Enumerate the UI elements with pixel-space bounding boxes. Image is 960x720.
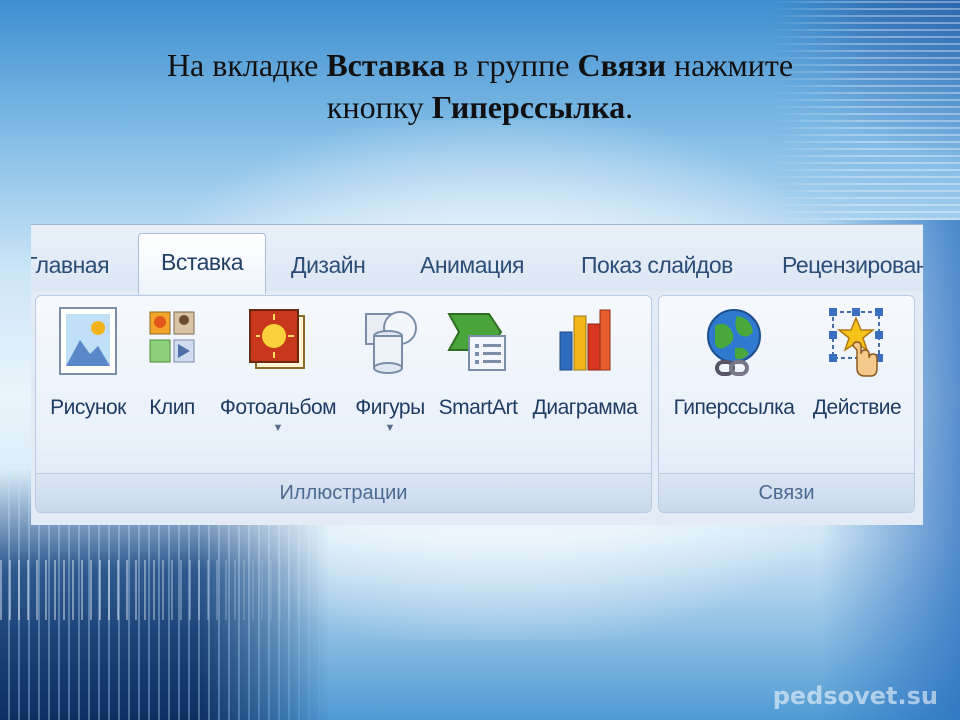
chart-button[interactable]: Диаграмма (526, 306, 644, 420)
action-button[interactable]: Действие (805, 306, 909, 420)
clipart-button[interactable]: Клип (136, 306, 208, 420)
photo-album-icon (249, 309, 305, 369)
tab-slideshow[interactable]: Показ слайдов (581, 245, 733, 287)
button-label: Клип (149, 396, 195, 419)
button-label: Диаграмма (532, 396, 638, 419)
dropdown-arrow-icon: ▼ (384, 422, 396, 434)
tab-design[interactable]: Дизайн (291, 245, 366, 287)
picture-button[interactable]: Рисунок (42, 306, 134, 420)
button-label: SmartArt (438, 396, 518, 419)
hyperlink-button[interactable]: Гиперссылка (667, 306, 801, 420)
photo-album-button[interactable]: Фотоальбом ▼ (210, 306, 346, 434)
ribbon-tab-bar: Главная Вставка Дизайн Анимация Показ сл… (31, 225, 923, 294)
heading-text: На вкладке (166, 47, 327, 83)
button-label: Действие (812, 396, 902, 419)
smartart-icon (447, 313, 506, 371)
picture-icon (59, 307, 117, 375)
clipart-icon (149, 311, 195, 363)
dropdown-arrow-icon: ▼ (272, 422, 284, 434)
button-label: Фигуры (355, 396, 425, 419)
tab-animation[interactable]: Анимация (420, 245, 524, 287)
tab-home[interactable]: Главная (31, 245, 110, 287)
hyperlink-globe-icon (707, 309, 761, 376)
heading-group-name: Связи (577, 47, 667, 83)
heading-button-name: Гиперссылка (431, 89, 626, 125)
watermark: pedsovet.su (772, 682, 938, 710)
heading-text: . (625, 89, 634, 125)
heading-tab-name: Вставка (326, 47, 446, 83)
shapes-icon (365, 311, 417, 374)
group-links: Гиперссылка Действие Связи (658, 295, 915, 513)
heading-text: кнопку (326, 89, 432, 125)
group-label-illustrations: Иллюстрации (36, 473, 651, 512)
shapes-button[interactable]: Фигуры ▼ (348, 306, 432, 434)
button-label: Фотоальбом (219, 396, 337, 419)
heading-text: в группе (445, 47, 578, 83)
button-label: Гиперссылка (673, 396, 795, 419)
ribbon-screenshot: Главная Вставка Дизайн Анимация Показ сл… (31, 224, 923, 525)
action-star-icon (829, 308, 883, 377)
chart-icon (559, 309, 611, 371)
background-city-lights (0, 560, 320, 620)
smartart-button[interactable]: SmartArt (432, 306, 524, 420)
group-illustrations: Рисунок Клип Фотоальбом ▼ Фигуры ▼ Smart… (35, 295, 652, 513)
group-label-links: Связи (659, 473, 914, 512)
tab-review[interactable]: Рецензирован (782, 245, 923, 287)
heading-text: нажмите (666, 47, 794, 83)
button-label: Рисунок (50, 396, 126, 419)
slide-heading: На вкладке Вставка в группе Связи нажмит… (95, 44, 865, 128)
tab-insert[interactable]: Вставка (138, 233, 266, 294)
